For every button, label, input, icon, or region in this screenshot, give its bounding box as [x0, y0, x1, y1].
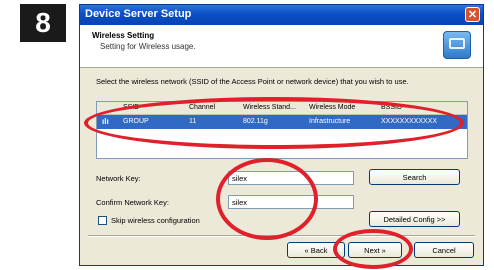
list-header: SSID Channel Wireless Stand... Wireless … [97, 102, 467, 115]
wireless-network-list[interactable]: SSID Channel Wireless Stand... Wireless … [96, 101, 468, 159]
detailed-config-button[interactable]: Detailed Config >> [369, 211, 460, 227]
skip-wireless-checkbox[interactable] [98, 216, 107, 225]
header-title: Wireless Setting [92, 31, 155, 40]
next-button[interactable]: Next » [348, 242, 402, 258]
column-header-standard[interactable]: Wireless Stand... [243, 104, 296, 111]
wizard-header: Wireless Setting Setting for Wireless us… [80, 25, 483, 68]
setup-window: Device Server Setup ✕ Wireless Setting S… [79, 4, 484, 269]
confirm-key-field[interactable]: silex [228, 195, 354, 209]
cancel-button[interactable]: Cancel [414, 242, 474, 258]
column-header-ssid[interactable]: SSID [123, 104, 139, 111]
network-channel: 11 [189, 118, 197, 125]
search-button[interactable]: Search [369, 169, 460, 185]
instruction-text: Select the wireless network (SSID of the… [96, 77, 409, 86]
network-bssid: XXXXXXXXXXXX [381, 118, 438, 125]
step-number-badge: 8 [20, 4, 66, 42]
device-server-icon [443, 31, 471, 59]
column-header-channel[interactable]: Channel [189, 104, 215, 111]
footer-divider [88, 235, 475, 237]
header-subtitle: Setting for Wireless usage. [100, 42, 196, 51]
column-header-mode[interactable]: Wireless Mode [309, 104, 355, 111]
network-row[interactable]: ılı GROUP 11 802.11g Infrastructure XXXX… [97, 115, 467, 129]
window-title: Device Server Setup [85, 8, 192, 20]
network-key-label: Network Key: [96, 174, 141, 183]
confirm-key-label: Confirm Network Key: [96, 198, 169, 207]
close-icon[interactable]: ✕ [465, 7, 480, 22]
skip-wireless-label[interactable]: Skip wireless configuration [111, 216, 200, 225]
back-button[interactable]: « Back [287, 242, 345, 258]
network-mode: Infrastructure [309, 118, 351, 125]
title-bar[interactable]: Device Server Setup ✕ [80, 5, 483, 25]
network-key-field[interactable]: silex [228, 171, 354, 185]
wireless-network-icon: ılı [102, 117, 109, 126]
network-standard: 802.11g [243, 118, 268, 125]
network-ssid: GROUP [123, 118, 149, 125]
column-header-bssid[interactable]: BSSID [381, 104, 402, 111]
